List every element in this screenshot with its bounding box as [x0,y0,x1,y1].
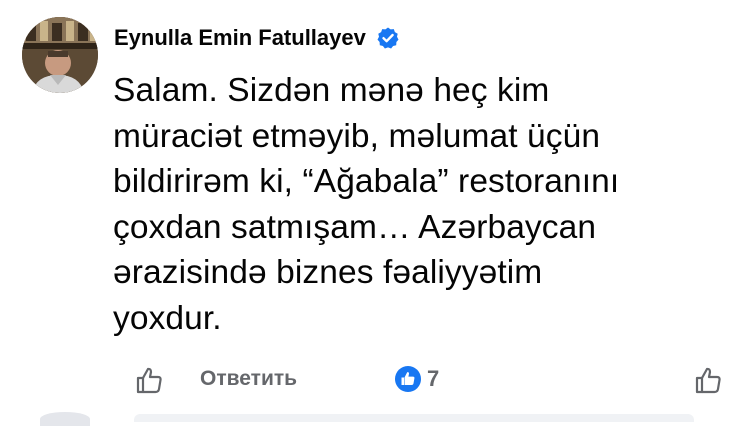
comment-text: Salam. Sizdən mənə heç kim müraciət etmə… [113,72,620,337]
like-button-right[interactable] [692,365,724,395]
next-comment-bubble [134,414,694,422]
author-row: Eynulla Emin Fatullayev [114,22,400,54]
comment: Eynulla Emin Fatullayev Salam. Sizdən mə… [0,0,738,426]
reaction-count: 7 [427,366,440,391]
like-reaction-icon [394,365,422,393]
reactions-summary[interactable]: 7 [394,365,439,393]
author-name[interactable]: Eynulla Emin Fatullayev [114,25,366,51]
reply-button[interactable]: Ответить [200,367,297,391]
thumbs-up-outline-icon [695,367,721,394]
next-comment-avatar [40,412,90,426]
like-button[interactable] [134,365,164,395]
avatar[interactable] [22,17,98,93]
verified-badge-icon [376,26,400,50]
comment-actions: Ответить 7 [134,363,724,399]
thumbs-up-outline-icon [136,367,162,394]
